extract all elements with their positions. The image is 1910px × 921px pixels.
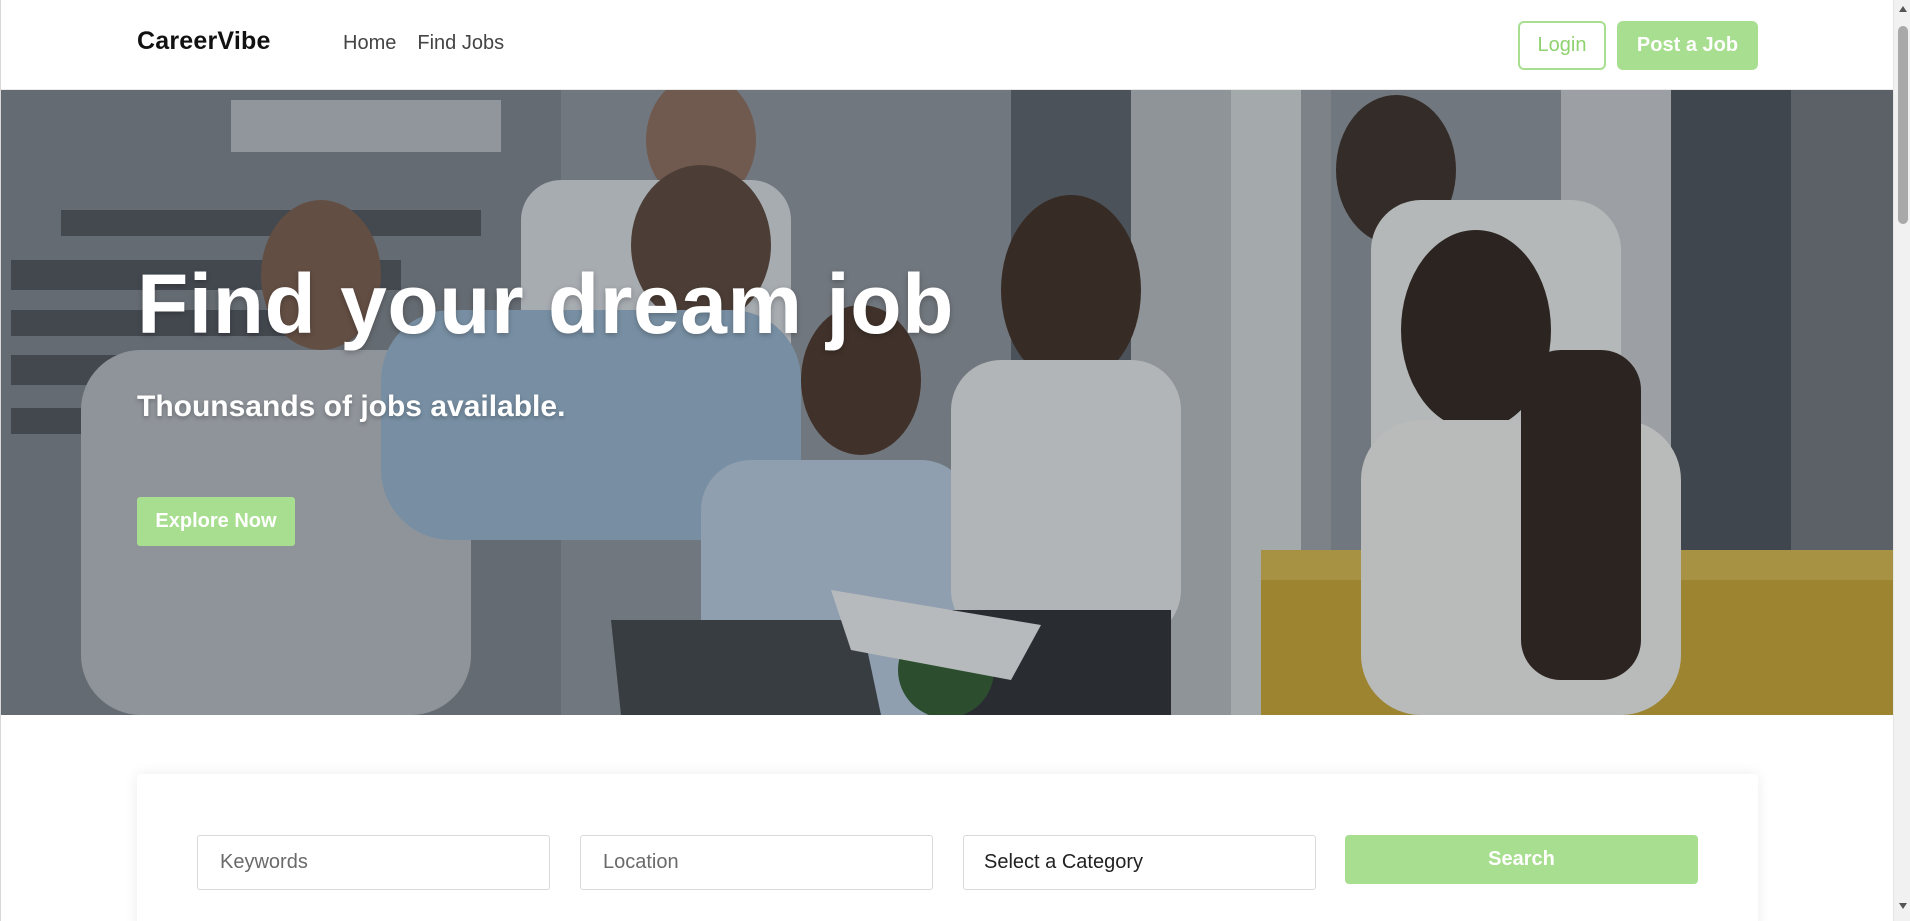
keywords-input[interactable] (218, 850, 529, 875)
category-select-value: Select a Category (984, 851, 1143, 873)
site-header: CareerVibe Home Find Jobs Login Post a J… (1, 0, 1893, 90)
post-job-button[interactable]: Post a Job (1617, 21, 1758, 70)
job-search-card: Select a Category Search (137, 774, 1758, 921)
keywords-field[interactable] (197, 835, 550, 890)
scroll-thumb[interactable] (1898, 26, 1908, 224)
location-input[interactable] (601, 850, 912, 875)
hero-title: Find your dream job (137, 257, 954, 351)
category-select[interactable]: Select a Category (963, 835, 1316, 890)
scroll-down-arrow-icon[interactable] (1899, 903, 1907, 909)
explore-now-button[interactable]: Explore Now (137, 497, 295, 546)
nav-item-home[interactable]: Home (343, 32, 396, 55)
page: CareerVibe Home Find Jobs Login Post a J… (0, 0, 1910, 921)
site-logo[interactable]: CareerVibe (137, 27, 271, 56)
login-button[interactable]: Login (1518, 21, 1606, 70)
nav-item-find-jobs[interactable]: Find Jobs (417, 32, 504, 55)
main-nav: Home Find Jobs (343, 32, 504, 55)
hero-subtitle: Thounsands of jobs available. (137, 390, 566, 423)
location-field[interactable] (580, 835, 933, 890)
page-scrollbar[interactable] (1893, 0, 1910, 921)
hero-banner: Find your dream job Thounsands of jobs a… (1, 90, 1893, 715)
search-button[interactable]: Search (1345, 835, 1698, 884)
scroll-up-arrow-icon[interactable] (1899, 6, 1907, 12)
